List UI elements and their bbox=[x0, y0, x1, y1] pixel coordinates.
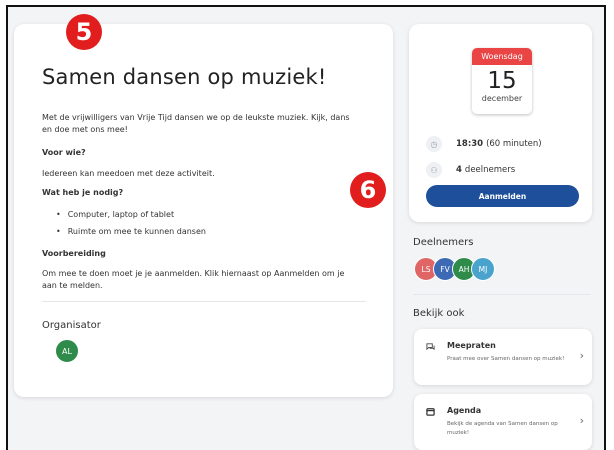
participants-row: ⚇ 4 deelnemers bbox=[426, 162, 515, 178]
calendar-weekday: Woensdag bbox=[472, 48, 532, 65]
calendar-icon bbox=[426, 407, 435, 419]
chevron-right-icon: › bbox=[579, 414, 584, 427]
for-who-text: Iedereen kan meedoen met deze activiteit… bbox=[42, 169, 215, 178]
clock-icon: ◷ bbox=[426, 136, 442, 152]
organizer-label: Organisator bbox=[42, 320, 101, 331]
intro-text: Met de vrijwilligers van Vrije Tijd dans… bbox=[42, 113, 350, 134]
side-divider bbox=[413, 294, 591, 295]
need-list: Computer, laptop of tablet Ruimte om mee… bbox=[56, 206, 206, 240]
signup-button[interactable]: Aanmelden bbox=[426, 185, 579, 207]
page-title: Samen dansen op muziek! bbox=[42, 65, 327, 89]
participants-label: Deelnemers bbox=[413, 237, 474, 248]
see-also-card-meepraten[interactable]: Meepraten Praat mee over Samen dansen op… bbox=[414, 329, 592, 385]
need-heading: Wat heb je nodig? bbox=[42, 188, 124, 197]
calendar-day: 15 bbox=[487, 68, 517, 94]
date-calendar: Woensdag 15 december bbox=[472, 48, 532, 114]
chat-icon bbox=[426, 342, 435, 354]
time-duration: (60 minuten) bbox=[486, 139, 542, 149]
participant-avatars: LS FV AH MJ bbox=[414, 257, 495, 281]
chevron-right-icon: › bbox=[579, 349, 584, 362]
see-also-title: Meepraten bbox=[447, 341, 496, 350]
list-item: Computer, laptop of tablet bbox=[56, 206, 206, 223]
see-also-title: Agenda bbox=[447, 406, 482, 415]
see-also-desc: Praat mee over Samen dansen op muziek! bbox=[447, 356, 565, 362]
users-icon: ⚇ bbox=[426, 162, 442, 178]
list-item: Ruimte om mee te kunnen dansen bbox=[56, 223, 206, 240]
participants-count: 4 bbox=[456, 165, 462, 175]
time-row: ◷ 18:30 (60 minuten) bbox=[426, 136, 542, 152]
calendar-month: december bbox=[481, 94, 523, 103]
see-also-label: Bekijk ook bbox=[413, 308, 465, 319]
see-also-card-agenda[interactable]: Agenda Bekijk de agenda van Samen dansen… bbox=[414, 394, 592, 450]
see-also-desc: Bekijk de agenda van Samen dansen op muz… bbox=[447, 421, 558, 436]
for-who-heading: Voor wie? bbox=[42, 148, 86, 157]
participants-text: deelnemers bbox=[464, 165, 516, 175]
step-badge-6: 6 bbox=[350, 172, 386, 208]
prep-text: Om mee te doen moet je je aanmelden. Kli… bbox=[42, 269, 345, 290]
step-badge-5: 5 bbox=[66, 14, 102, 50]
avatar[interactable]: MJ bbox=[471, 257, 495, 281]
divider bbox=[42, 301, 366, 302]
prep-heading: Voorbereiding bbox=[42, 249, 106, 258]
organizer-avatar[interactable]: AL bbox=[55, 339, 79, 363]
time-start: 18:30 bbox=[456, 139, 484, 149]
